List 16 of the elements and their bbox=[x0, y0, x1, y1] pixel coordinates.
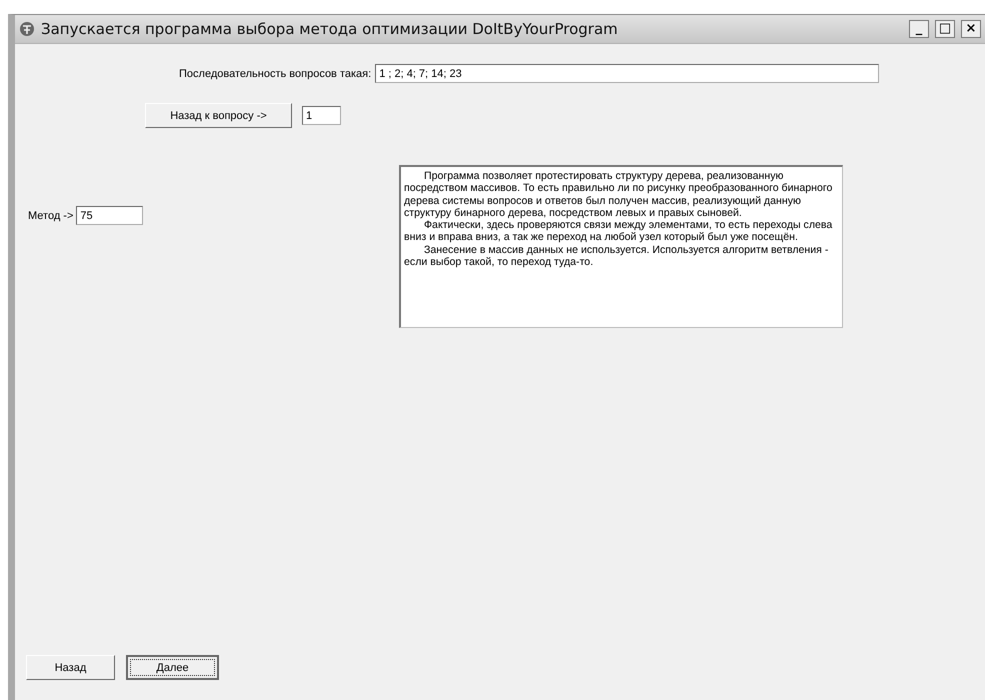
app-icon bbox=[19, 21, 35, 37]
window-control-button[interactable]: _ bbox=[909, 20, 929, 38]
question-number-field[interactable]: 1 bbox=[302, 106, 341, 125]
sequence-label: Последовательность вопросов такая: bbox=[179, 68, 372, 80]
description-paragraph: Программа позволяет протестировать структуру дерева, реализованную посредством массивов. То есть правильно ли по рисунку преобразованного бинарного дерева системы вопросов и ответов был получен массив, реализующий данную структуру бинарного дерева, посредством левых и правых сыновей. bbox=[404, 170, 834, 220]
nav-button[interactable]: Назад bbox=[26, 655, 115, 680]
description-paragraph: Фактически, здесь проверяются связи между элементами, то есть переходы слева вниз и вправа вниз, а так же переход на любой узел который был уже посещён. bbox=[404, 219, 834, 244]
window-control-button[interactable]: □ bbox=[935, 20, 955, 38]
description-paragraph: Занесение в массив данных не используется. Используется алгоритм ветвления - если выбор такой, то переход туда-то. bbox=[404, 244, 830, 268]
window-title: Запускается программа выбора метода оптимизации DoItByYourProgram bbox=[41, 20, 619, 38]
sequence-field[interactable]: 1 ; 2; 4; 7; 14; 23 bbox=[375, 64, 880, 83]
method-label: Метод -> bbox=[28, 210, 74, 222]
window-control-button[interactable]: × bbox=[961, 20, 981, 38]
back-to-question-button[interactable]: Назад к вопросу -> bbox=[145, 103, 292, 128]
method-field[interactable]: 75 bbox=[76, 206, 144, 225]
nav-button[interactable]: Далее bbox=[126, 655, 219, 680]
